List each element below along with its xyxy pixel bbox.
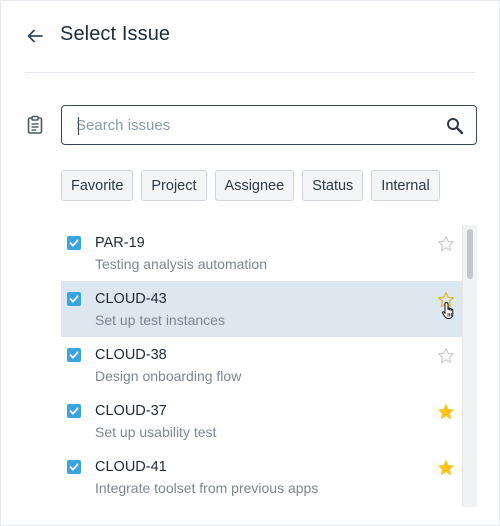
filter-assignee-button[interactable]: Assignee	[214, 170, 295, 201]
star-icon[interactable]	[437, 291, 455, 309]
checkbox-checked-icon[interactable]	[67, 348, 81, 362]
filter-bar: Favorite Project Assignee Status Interna…	[61, 170, 440, 201]
filter-status-button[interactable]: Status	[302, 170, 364, 201]
checkbox-checked-icon[interactable]	[67, 236, 81, 250]
back-button[interactable]	[23, 24, 47, 48]
issue-row[interactable]: CLOUD-41 Integrate toolset from previous…	[61, 449, 462, 505]
issue-summary: Set up usability test	[95, 424, 217, 440]
page-title: Select Issue	[60, 23, 171, 45]
checkbox-checked-icon[interactable]	[67, 404, 81, 418]
issue-row[interactable]: CLOUD-43 Set up test instances	[61, 281, 462, 337]
star-icon[interactable]	[437, 347, 455, 365]
filter-favorite-button[interactable]: Favorite	[61, 170, 134, 201]
checkbox-checked-icon[interactable]	[67, 292, 81, 306]
scrollbar-thumb[interactable]	[467, 229, 473, 279]
issue-list: PAR-19 Testing analysis automation CLOUD…	[61, 225, 462, 513]
search-box	[61, 105, 477, 145]
search-icon[interactable]	[446, 117, 464, 135]
issue-summary: Integrate toolset from previous apps	[95, 480, 319, 496]
clipboard-icon	[27, 115, 43, 134]
issue-row[interactable]: PAR-19 Testing analysis automation	[61, 225, 462, 281]
star-filled-icon[interactable]	[437, 403, 455, 421]
issue-key: PAR-19	[95, 235, 145, 251]
issue-summary: Set up test instances	[95, 312, 225, 328]
star-filled-icon[interactable]	[437, 459, 455, 477]
issue-summary: Testing analysis automation	[95, 256, 267, 272]
issue-row[interactable]: CLOUD-38 Design onboarding flow	[61, 337, 462, 393]
arrow-left-icon	[27, 29, 43, 43]
filter-internal-button[interactable]: Internal	[371, 170, 440, 201]
star-icon[interactable]	[437, 235, 455, 253]
issue-key: CLOUD-37	[95, 403, 167, 419]
issue-key: CLOUD-38	[95, 347, 167, 363]
issue-key: CLOUD-41	[95, 459, 167, 475]
issue-row[interactable]: CLOUD-37 Set up usability test	[61, 393, 462, 449]
list-scrollbar[interactable]	[462, 225, 477, 507]
text-caret	[78, 117, 79, 135]
issue-key: CLOUD-43	[95, 291, 167, 307]
header: Select Issue	[1, 1, 499, 73]
header-divider	[25, 72, 475, 73]
search-input[interactable]	[76, 106, 426, 144]
issue-summary: Design onboarding flow	[95, 368, 242, 384]
checkbox-checked-icon[interactable]	[67, 460, 81, 474]
filter-project-button[interactable]: Project	[141, 170, 207, 201]
select-issue-panel: Select Issue Favorite Project Assignee S…	[0, 0, 500, 526]
